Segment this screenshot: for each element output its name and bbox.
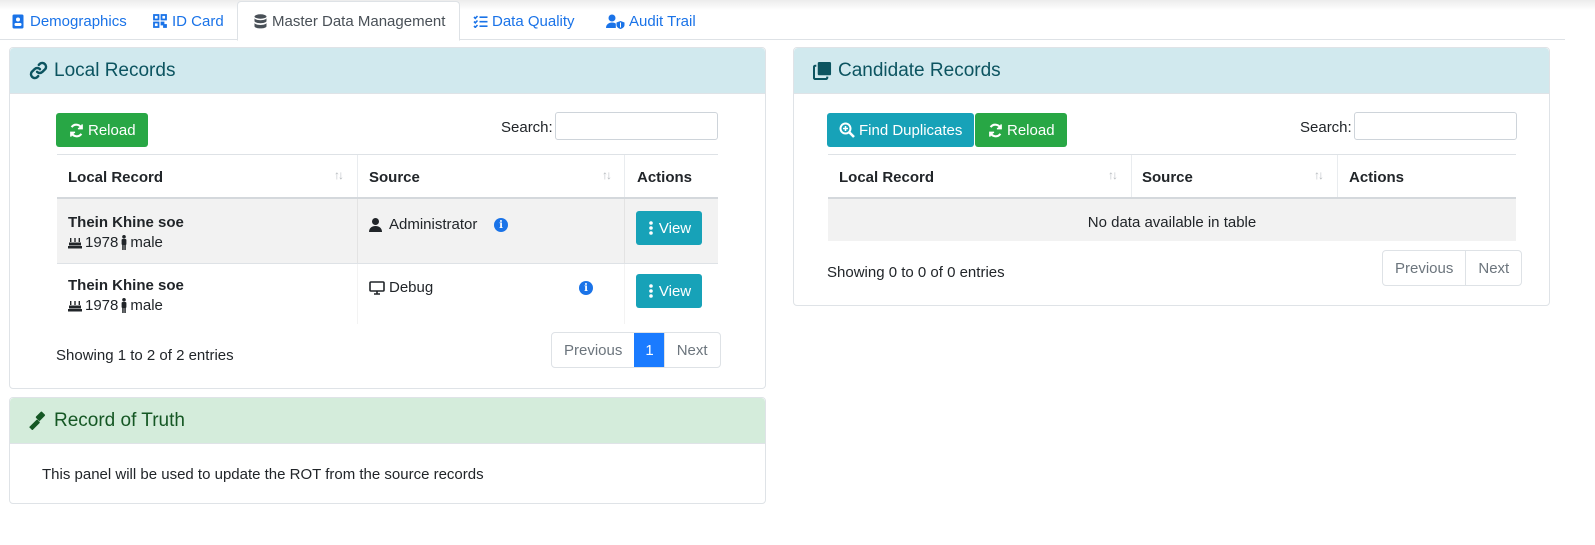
next-page-button[interactable]: Next	[663, 333, 720, 367]
local-table-top-border	[57, 154, 718, 155]
id-badge-icon	[10, 13, 26, 29]
view-button[interactable]: View	[636, 274, 702, 308]
sort-icon[interactable]: ↑↓	[1108, 168, 1118, 182]
view-button[interactable]: View	[636, 211, 702, 245]
record-of-truth-card: Record of Truth This panel will be used …	[9, 397, 766, 504]
record-name: Thein Khine soe	[68, 277, 184, 294]
info-icon[interactable]: i	[579, 281, 593, 295]
candidate-table-info: Showing 0 to 0 of 0 entries	[827, 264, 1005, 281]
record-source: Debug	[369, 279, 433, 296]
empty-table-message: No data available in table	[1087, 214, 1257, 231]
previous-page-button[interactable]: Previous	[1383, 251, 1465, 285]
record-of-truth-body: This panel will be used to update the RO…	[42, 466, 484, 483]
candidate-col-source[interactable]: Source	[1142, 169, 1193, 186]
candidate-table-top-border	[828, 154, 1516, 155]
local-col-source[interactable]: Source	[369, 169, 420, 186]
next-page-button[interactable]: Next	[1465, 251, 1521, 285]
tab-id-card[interactable]: ID Card	[152, 2, 224, 40]
tab-master-data-management[interactable]: Master Data Management	[237, 1, 461, 41]
local-records-header: Local Records	[10, 48, 765, 94]
candidate-search-label: Search:	[1300, 119, 1352, 136]
gavel-icon	[28, 411, 48, 431]
record-of-truth-header: Record of Truth	[10, 398, 765, 444]
candidate-records-title: Candidate Records	[838, 59, 1001, 81]
col-divider	[1337, 155, 1338, 197]
candidate-search-input[interactable]	[1354, 112, 1517, 140]
record-name: Thein Khine soe	[68, 214, 184, 231]
local-reload-button[interactable]: Reload	[56, 113, 148, 147]
local-col-actions: Actions	[637, 169, 693, 186]
tab-bar: Demographics ID Card Master Data Managem…	[0, 0, 1565, 41]
sort-icon[interactable]: ↑↓	[602, 168, 612, 182]
database-icon	[252, 13, 268, 29]
previous-page-button[interactable]: Previous	[552, 333, 634, 367]
row-divider	[57, 263, 718, 264]
info-icon[interactable]: i	[494, 218, 508, 232]
ellipsis-v-icon	[647, 220, 655, 236]
local-col-local-record[interactable]: Local Record	[68, 169, 163, 186]
clone-icon	[812, 61, 832, 81]
search-plus-icon	[839, 122, 855, 138]
local-search-input[interactable]	[555, 112, 718, 140]
tab-demographics[interactable]: Demographics	[10, 2, 127, 40]
user-shield-icon	[605, 13, 625, 29]
page-1-button[interactable]: 1	[634, 333, 664, 367]
col-divider	[357, 199, 358, 263]
local-records-title: Local Records	[54, 59, 176, 81]
local-pagination: Previous 1 Next	[551, 332, 721, 368]
birthday-cake-icon	[68, 299, 82, 312]
tab-data-quality[interactable]: Data Quality	[472, 2, 575, 40]
local-search-label: Search:	[501, 119, 553, 136]
sort-icon[interactable]: ↑↓	[334, 168, 344, 182]
qrcode-icon	[152, 13, 168, 29]
col-divider	[1131, 155, 1132, 197]
record-meta: 1978 male	[68, 297, 163, 314]
sync-icon	[68, 122, 84, 138]
male-icon	[121, 235, 127, 250]
sort-icon[interactable]: ↑↓	[1314, 168, 1324, 182]
col-divider	[357, 155, 358, 197]
candidate-col-actions: Actions	[1349, 169, 1405, 186]
tasks-icon	[472, 13, 488, 29]
candidate-reload-button[interactable]: Reload	[975, 113, 1067, 147]
find-duplicates-button[interactable]: Find Duplicates	[827, 113, 975, 147]
user-icon	[369, 217, 387, 232]
col-divider	[357, 264, 358, 324]
col-divider	[624, 199, 625, 263]
tab-audit-trail[interactable]: Audit Trail	[605, 2, 696, 40]
sync-icon	[987, 122, 1003, 138]
candidate-records-header: Candidate Records	[794, 48, 1549, 94]
record-of-truth-title: Record of Truth	[54, 409, 185, 431]
local-table-info: Showing 1 to 2 of 2 entries	[56, 347, 234, 364]
col-divider	[624, 155, 625, 197]
birthday-cake-icon	[68, 236, 82, 249]
candidate-col-local-record[interactable]: Local Record	[839, 169, 934, 186]
male-icon	[121, 298, 127, 313]
record-meta: 1978 male	[68, 234, 163, 251]
desktop-icon	[369, 280, 387, 295]
link-icon	[28, 61, 48, 81]
candidate-pagination: Previous Next	[1382, 250, 1523, 286]
col-divider	[624, 264, 625, 324]
record-source: Administrator	[369, 216, 477, 233]
ellipsis-v-icon	[647, 283, 655, 299]
